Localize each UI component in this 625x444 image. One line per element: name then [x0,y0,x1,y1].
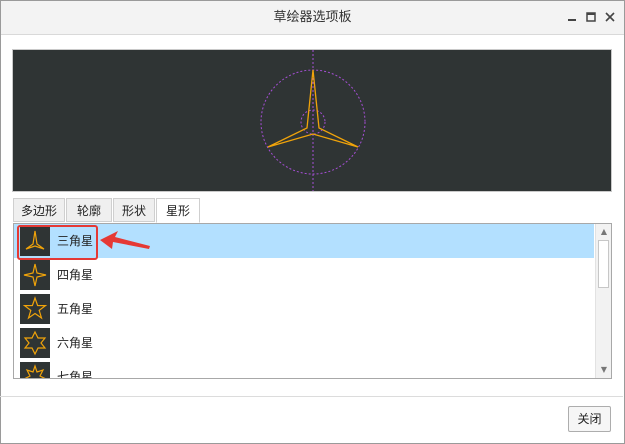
five-point-star-icon [20,294,50,324]
annotation-highlight-box [17,225,98,260]
list-item-label: 七角星 [57,370,94,379]
minimize-icon[interactable] [564,9,580,25]
list-item-six-point-star[interactable]: 六角星 [14,326,594,360]
close-button[interactable]: 关闭 [568,406,611,432]
list-item-four-point-star[interactable]: 四角星 [14,258,594,292]
tab-shape[interactable]: 形状 [113,198,155,222]
seven-point-star-icon [20,362,50,378]
scroll-up-icon[interactable]: ▲ [599,226,609,238]
list-item-five-point-star[interactable]: 五角星 [14,292,594,326]
footer-divider [0,396,623,397]
scroll-down-icon[interactable]: ▼ [599,364,609,376]
list-item-label: 四角星 [57,268,94,282]
title-bar: 草绘器选项板 [1,1,624,35]
shape-preview-canvas [12,49,612,192]
scroll-thumb[interactable] [598,240,609,288]
close-icon[interactable] [602,9,618,25]
list-item-seven-point-star[interactable]: 七角星 [14,360,594,379]
tab-polygon[interactable]: 多边形 [13,198,65,222]
tab-profile[interactable]: 轮廓 [66,198,112,222]
list-item-label: 五角星 [57,302,94,316]
four-point-star-icon [20,260,50,290]
tab-star[interactable]: 星形 [156,198,200,223]
list-item-label: 六角星 [57,336,94,350]
vertical-scrollbar[interactable]: ▲ ▼ [595,224,611,378]
six-point-star-icon [20,328,50,358]
maximize-icon[interactable] [583,9,599,25]
window-title: 草绘器选项板 [273,10,352,25]
annotation-arrow-icon [100,231,150,249]
